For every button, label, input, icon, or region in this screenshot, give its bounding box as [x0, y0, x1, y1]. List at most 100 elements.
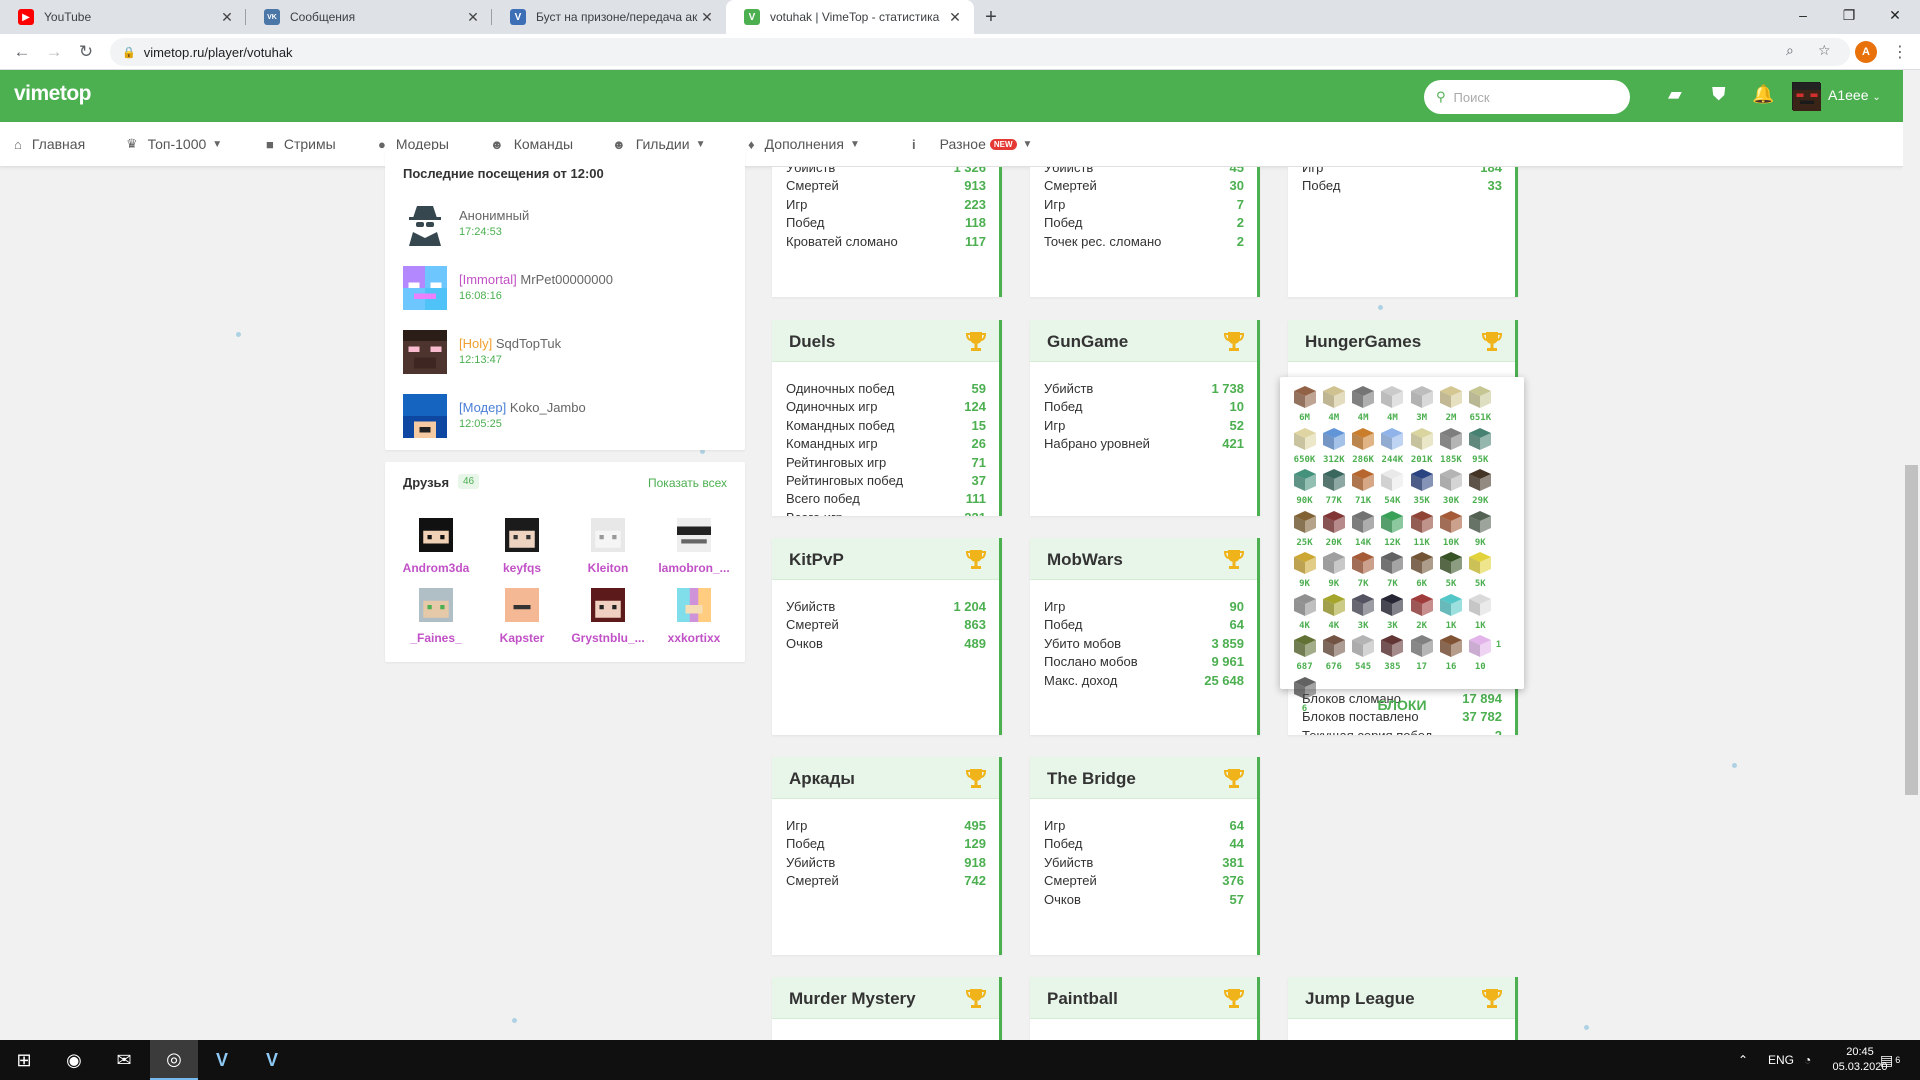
trophy-icon[interactable]: [1223, 767, 1245, 789]
block-item[interactable]: 1K: [1466, 593, 1495, 632]
reload-icon[interactable]: ↻: [74, 40, 98, 64]
browser-menu-icon[interactable]: ⋮: [1892, 42, 1908, 62]
block-item[interactable]: 676: [1319, 634, 1348, 673]
language-indicator[interactable]: ENG: [1768, 1040, 1794, 1080]
block-item[interactable]: 17: [1407, 634, 1436, 673]
block-item[interactable]: 2K: [1407, 593, 1436, 632]
trophy-icon[interactable]: [965, 767, 987, 789]
block-item[interactable]: 244K: [1378, 427, 1407, 466]
trophy-icon[interactable]: [965, 548, 987, 570]
block-item[interactable]: 4M: [1349, 385, 1378, 424]
trophy-icon[interactable]: [1223, 330, 1245, 352]
minimize-icon[interactable]: –: [1780, 0, 1826, 30]
card-title[interactable]: Аркады: [789, 769, 855, 789]
notifications-icon[interactable]: ▤ 6: [1880, 1040, 1900, 1080]
close-tab-icon[interactable]: ✕: [946, 9, 964, 26]
back-arrow-icon[interactable]: ←: [10, 40, 34, 64]
card-title[interactable]: GunGame: [1047, 332, 1128, 352]
visit-item[interactable]: [Holy] SqdTopTuk 12:13:47: [403, 330, 733, 380]
card-title[interactable]: HungerGames: [1305, 332, 1421, 352]
close-window-icon[interactable]: ✕: [1872, 0, 1918, 30]
mail-icon[interactable]: ✉: [100, 1040, 148, 1080]
address-bar[interactable]: 🔒 vimetop.ru/player/votuhak: [110, 38, 1850, 66]
block-item[interactable]: 54K: [1378, 468, 1407, 507]
block-item[interactable]: 6M: [1290, 385, 1319, 424]
visit-item[interactable]: Анонимный 17:24:53: [403, 202, 733, 252]
friend-item[interactable]: Kleiton: [568, 518, 648, 575]
card-title[interactable]: Jump League: [1305, 989, 1415, 1009]
block-item[interactable]: 4K: [1319, 593, 1348, 632]
close-tab-icon[interactable]: ✕: [698, 9, 716, 26]
trophy-icon[interactable]: [965, 330, 987, 352]
friend-item[interactable]: lamobron_...: [654, 518, 734, 575]
steam-icon[interactable]: ◉: [50, 1040, 98, 1080]
block-item[interactable]: 1K: [1437, 593, 1466, 632]
block-item[interactable]: 95K: [1466, 427, 1495, 466]
nav-home[interactable]: ⌂ Главная: [14, 136, 85, 152]
friend-item[interactable]: Kapster: [482, 588, 562, 645]
close-tab-icon[interactable]: ✕: [218, 9, 236, 26]
block-item[interactable]: 9K: [1466, 510, 1495, 549]
block-item[interactable]: 9K: [1290, 551, 1319, 590]
block-item[interactable]: 3K: [1378, 593, 1407, 632]
trophy-icon[interactable]: [1223, 987, 1245, 1009]
card-title[interactable]: The Bridge: [1047, 769, 1136, 789]
search-input[interactable]: [1453, 89, 1604, 105]
scrollbar-thumb[interactable]: [1905, 465, 1918, 795]
block-item[interactable]: 312K: [1319, 427, 1348, 466]
block-item[interactable]: 10: [1466, 634, 1495, 673]
nav-misc[interactable]: i Разное NEW ▼: [912, 136, 1032, 152]
block-item[interactable]: 2M: [1437, 385, 1466, 424]
user-avatar[interactable]: [1792, 82, 1821, 111]
block-item[interactable]: 185K: [1437, 427, 1466, 466]
browser-tab-messages[interactable]: VK Сообщения ✕: [246, 0, 492, 34]
block-item[interactable]: 4K: [1290, 593, 1319, 632]
block-item[interactable]: 7K: [1378, 551, 1407, 590]
trophy-icon[interactable]: [965, 987, 987, 1009]
block-item[interactable]: 20K: [1319, 510, 1348, 549]
block-item[interactable]: 11K: [1407, 510, 1436, 549]
search-box[interactable]: ⚲: [1424, 80, 1630, 114]
site-logo[interactable]: vimetop: [14, 82, 92, 106]
new-tab-button[interactable]: +: [978, 4, 1004, 30]
chat-icon[interactable]: ▰: [1668, 84, 1682, 105]
block-item[interactable]: 4M: [1378, 385, 1407, 424]
bookmark-star-icon[interactable]: ☆: [1818, 42, 1831, 59]
friend-item[interactable]: xxkortixx: [654, 588, 734, 645]
wifi-icon[interactable]: ◔: [1804, 1040, 1811, 1080]
block-item[interactable]: 545: [1349, 634, 1378, 673]
browser-tab-vimetop[interactable]: V votuhak | VimeTop - статистика ✕: [726, 0, 974, 34]
card-title[interactable]: Paintball: [1047, 989, 1118, 1009]
trophy-icon[interactable]: [1223, 548, 1245, 570]
page-scrollbar[interactable]: [1903, 70, 1920, 1040]
trophy-icon[interactable]: [1481, 987, 1503, 1009]
forward-arrow-icon[interactable]: →: [42, 40, 66, 64]
shield-icon[interactable]: ⛊: [1712, 84, 1726, 105]
block-item[interactable]: 650K: [1290, 427, 1319, 466]
browser-tab-boost[interactable]: V Буст на призоне/передача акка ✕: [492, 0, 726, 34]
vime-launcher-icon-2[interactable]: V: [248, 1040, 296, 1080]
block-item[interactable]: 9K: [1319, 551, 1348, 590]
windows-start-icon[interactable]: ⊞: [0, 1040, 48, 1080]
block-item[interactable]: 71K: [1349, 468, 1378, 507]
card-title[interactable]: Murder Mystery: [789, 989, 916, 1009]
close-tab-icon[interactable]: ✕: [464, 9, 482, 26]
trophy-icon[interactable]: [1481, 330, 1503, 352]
bell-icon[interactable]: 🔔: [1752, 84, 1774, 105]
block-item[interactable]: 29K: [1466, 468, 1495, 507]
friend-item[interactable]: _Faines_: [396, 588, 476, 645]
restore-icon[interactable]: ❐: [1826, 0, 1872, 30]
profile-avatar[interactable]: A: [1855, 41, 1877, 63]
show-all-friends-link[interactable]: Показать всех: [648, 476, 727, 490]
card-title[interactable]: KitPvP: [789, 550, 844, 570]
card-title[interactable]: Duels: [789, 332, 835, 352]
card-title[interactable]: MobWars: [1047, 550, 1123, 570]
block-item[interactable]: 385: [1378, 634, 1407, 673]
block-item[interactable]: 30K: [1437, 468, 1466, 507]
block-item[interactable]: 201K: [1407, 427, 1436, 466]
blocks-link[interactable]: БЛОКИ: [1288, 697, 1516, 713]
block-item[interactable]: 6K: [1407, 551, 1436, 590]
nav-streams[interactable]: ■ Стримы: [266, 136, 336, 152]
username[interactable]: A1eee ⌄: [1828, 87, 1881, 103]
block-item[interactable]: 5K: [1466, 551, 1495, 590]
